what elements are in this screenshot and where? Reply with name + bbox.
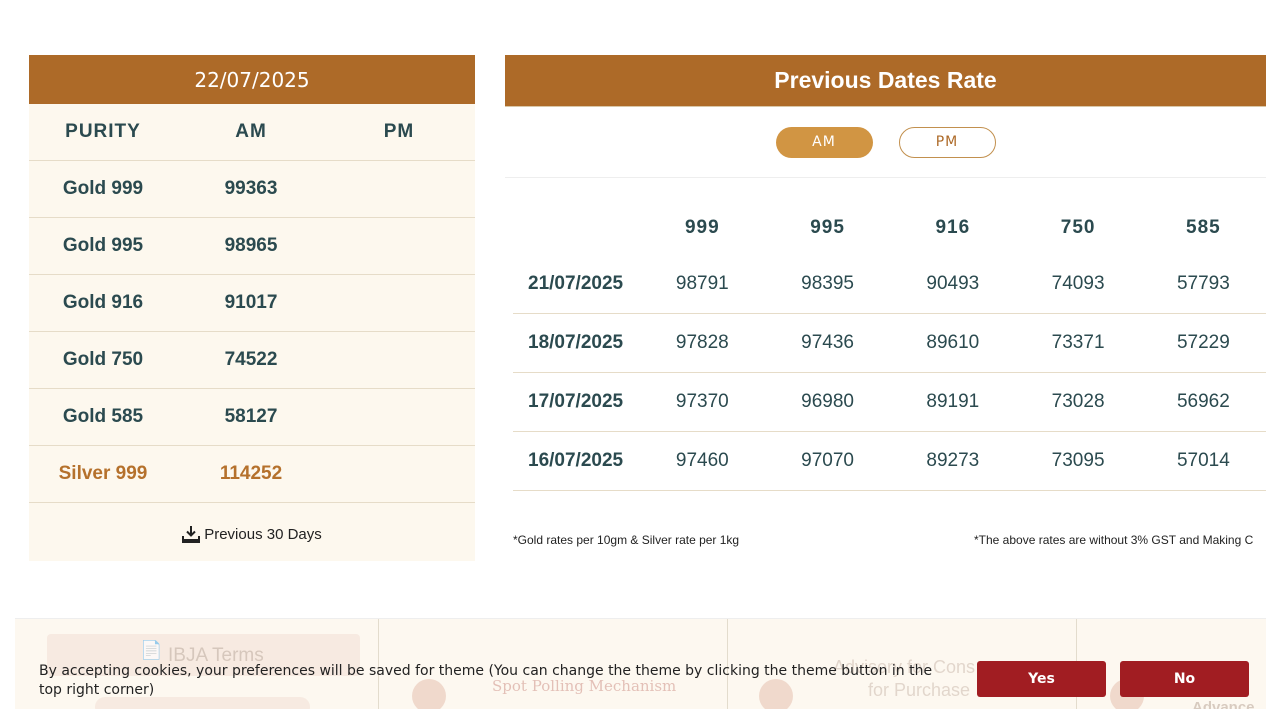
am-column-header: AM	[235, 121, 267, 142]
rate-cell: 74093	[1051, 273, 1105, 294]
column-header-916: 916	[935, 217, 971, 238]
table-row: Gold 585 58127	[29, 389, 475, 446]
today-table-header: PURITY AM PM	[29, 104, 475, 161]
rate-cell: 97436	[801, 332, 854, 353]
date-cell: 16/07/2025	[528, 450, 624, 471]
column-header-999: 999	[684, 217, 720, 238]
previous-table-header: 999 995 916 750 585	[513, 201, 1266, 255]
am-rate-cell: 99363	[224, 178, 278, 199]
am-toggle-button[interactable]: AM	[775, 126, 873, 158]
purity-cell: Gold 585	[62, 406, 144, 427]
date-cell: 18/07/2025	[528, 332, 624, 353]
rate-cell: 73095	[1051, 450, 1105, 471]
purity-cell: Silver 999	[58, 463, 148, 484]
rate-cell: 97370	[675, 391, 729, 412]
purity-cell: Gold 995	[62, 235, 144, 256]
accept-cookies-button[interactable]: Yes	[977, 661, 1106, 697]
rate-cell: 57793	[1176, 273, 1230, 294]
rate-cell: 73371	[1051, 332, 1105, 353]
purity-column-header: PURITY	[65, 121, 141, 142]
cookie-message: By accepting cookies, your preferences w…	[39, 663, 933, 698]
pm-column-header: PM	[383, 121, 415, 142]
date-cell: 17/07/2025	[528, 391, 624, 412]
table-row: Gold 999 99363	[29, 161, 475, 218]
rate-cell: 96980	[801, 391, 854, 412]
rate-cell: 97460	[675, 450, 729, 471]
pm-toggle-button[interactable]: PM	[898, 126, 996, 158]
rate-cell: 57229	[1176, 332, 1230, 353]
purity-cell: Gold 750	[62, 349, 144, 370]
am-rate-cell: 114252	[219, 463, 283, 484]
today-rate-card: 22/07/2025 PURITY AM PM Gold 999 99363 G…	[29, 55, 475, 561]
date-cell: 21/07/2025	[528, 273, 624, 294]
today-date: 22/07/2025	[29, 55, 475, 104]
table-row: Gold 995 98965	[29, 218, 475, 275]
table-row: 17/07/2025 97370 96980 89191 73028 56962	[513, 373, 1266, 432]
table-row: 18/07/2025 97828 97436 89610 73371 57229	[513, 314, 1266, 373]
decline-cookies-button[interactable]: No	[1120, 661, 1249, 697]
cookie-banner: By accepting cookies, your preferences w…	[15, 655, 1266, 705]
table-row: 16/07/2025 97460 97070 89273 73095 57014	[513, 432, 1266, 491]
column-header-585: 585	[1186, 217, 1221, 238]
rate-cell: 57014	[1176, 450, 1230, 471]
previous-rates-table: 999 995 916 750 585 21/07/2025 98791 983…	[513, 201, 1266, 491]
rate-cell: 97070	[801, 450, 854, 471]
rate-cell: 89610	[926, 332, 980, 353]
table-row-silver: Silver 999 114252	[29, 446, 475, 503]
gst-note: *The above rates are without 3% GST and …	[974, 533, 1254, 547]
purity-cell: Gold 999	[62, 178, 144, 199]
previous-dates-card: Previous Dates Rate AM PM 999 995 916 75…	[505, 55, 1266, 560]
am-rate-cell: 74522	[224, 349, 278, 370]
previous-dates-title: Previous Dates Rate	[505, 55, 1266, 107]
download-icon	[182, 525, 201, 543]
session-toggle: AM PM	[505, 107, 1266, 178]
rate-cell: 98395	[801, 273, 854, 294]
gold-silver-unit-note: *Gold rates per 10gm & Silver rate per 1…	[513, 533, 740, 547]
am-rate-cell: 91017	[224, 292, 278, 313]
previous-30-days-label: Previous 30 Days	[204, 525, 322, 543]
table-row: Gold 916 91017	[29, 275, 475, 332]
am-rate-cell: 58127	[224, 406, 278, 427]
rate-cell: 89191	[926, 391, 980, 412]
column-header-750: 750	[1060, 217, 1096, 238]
previous-30-days-link[interactable]: Previous 30 Days	[29, 503, 475, 565]
rate-cell: 56962	[1176, 391, 1230, 412]
rate-cell: 73028	[1051, 391, 1105, 412]
column-header-995: 995	[810, 217, 845, 238]
purity-cell: Gold 916	[62, 292, 144, 313]
rate-cell: 90493	[926, 273, 980, 294]
rate-cell: 97828	[675, 332, 729, 353]
rate-cell: 89273	[926, 450, 980, 471]
am-rate-cell: 98965	[224, 235, 278, 256]
table-row: 21/07/2025 98791 98395 90493 74093 57793	[513, 255, 1266, 314]
rate-cell: 98791	[675, 273, 729, 294]
table-row: Gold 750 74522	[29, 332, 475, 389]
